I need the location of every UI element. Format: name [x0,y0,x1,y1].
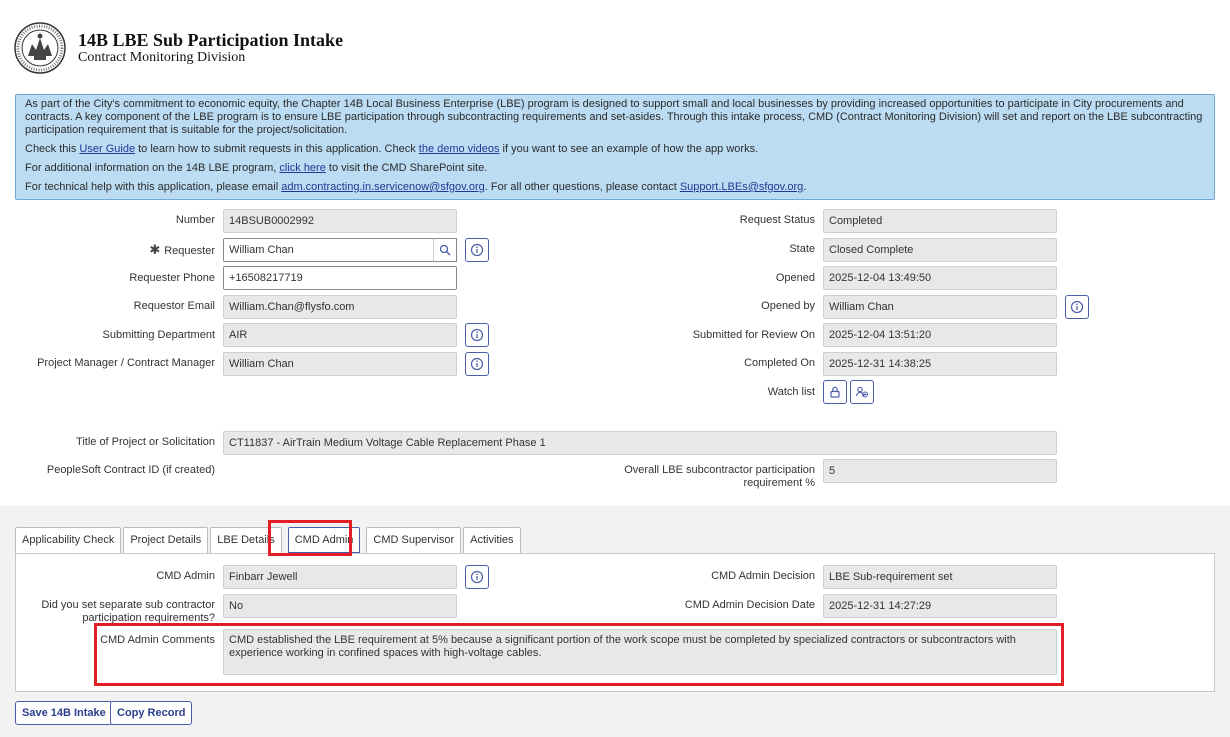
sharepoint-link[interactable]: click here [279,162,325,174]
project-title-label: Title of Project or Solicitation [76,436,215,448]
support-email-link[interactable]: Support.LBEs@sfgov.org [680,181,803,193]
cmd-admin-decision-date-field: 2025-12-31 14:27:29 [823,594,1057,618]
state-field: Closed Complete [823,238,1057,262]
info-guide-line: Check this User Guide to learn how to su… [25,143,1205,156]
opened-label: Opened [775,272,815,284]
tab-lbe-details[interactable]: LBE Details [210,527,282,553]
info-intro: As part of the City's commitment to econ… [25,98,1203,136]
request-status-label: Request Status [739,214,815,226]
requester-phone-label: Requester Phone [129,272,215,284]
lock-icon [830,386,840,398]
department-info-button[interactable] [465,323,489,347]
overall-lbe-field: 5 [823,459,1057,483]
number-label: Number [175,214,215,226]
info-help-line: For technical help with this application… [25,181,1205,194]
copy-record-button[interactable]: Copy Record [110,701,193,725]
requester-phone-input[interactable]: +16508217719 [223,266,457,290]
page-header: 14B LBE Sub Participation Intake Contrac… [14,22,343,74]
request-status-field: Completed [823,209,1057,233]
project-manager-label: Project Manager / Contract Manager [37,357,215,369]
tab-bar: Applicability Check Project Details LBE … [15,527,523,553]
info-text: . [803,181,807,193]
overall-lbe-label: Overall LBE subcontractor participation r… [580,464,815,490]
watch-list-lock-button[interactable] [823,380,847,404]
requestor-email-field: William.Chan@flysfo.com [223,295,457,319]
opened-by-info-button[interactable] [1065,295,1089,319]
cmd-admin-decision-date-label: CMD Admin Decision Date [684,599,815,611]
cmd-admin-label: CMD Admin [156,570,215,582]
project-title-field: CT11837 - AirTrain Medium Voltage Cable … [223,431,1057,455]
info-text: Check this [25,143,80,155]
watch-list-label: Watch list [767,386,815,398]
info-text: For technical help with this application… [25,181,282,193]
requester-search-button[interactable] [433,238,457,262]
submitted-label: Submitted for Review On [692,329,815,341]
demo-videos-link[interactable]: the demo videos [419,143,500,155]
info-text: . For all other questions, please contac… [484,181,680,193]
opened-by-field: William Chan [823,295,1057,319]
project-manager-field: William Chan [223,352,457,376]
info-text: to visit the CMD SharePoint site. [325,162,488,174]
tab-activities[interactable]: Activities [463,527,521,553]
page-title: 14B LBE Sub Participation Intake [78,30,344,50]
tab-applicability-check[interactable]: Applicability Check [15,527,122,553]
city-seal-icon [14,22,66,74]
separate-requirements-label: Did you set separate sub contractor parti… [20,599,215,625]
state-label: State [789,243,815,255]
info-icon [470,243,484,257]
opened-by-label: Opened by [761,300,815,312]
watch-list-add-user-button[interactable] [850,380,874,404]
cmd-admin-comments-label: CMD Admin Comments [100,634,215,646]
peoplesoft-id-label: PeopleSoft Contract ID (if created) [46,464,215,476]
separate-requirements-label-line: participation requirements? [82,612,215,624]
search-icon [439,244,451,256]
requester-input[interactable]: William Chan [223,238,434,262]
cmd-admin-field: Finbarr Jewell [223,565,457,589]
cmd-admin-decision-label: CMD Admin Decision [711,570,815,582]
overall-lbe-label-line: Overall LBE subcontractor participation [624,464,815,476]
cmd-admin-info-button[interactable] [465,565,489,589]
info-text: For additional information on the 14B LB… [25,162,280,174]
info-sharepoint-line: For additional information on the 14B LB… [25,162,1205,175]
info-icon [470,357,484,371]
cmd-admin-comments-field: CMD established the LBE requirement at 5… [223,629,1057,675]
submitting-department-label: Submitting Department [102,329,216,341]
completed-label: Completed On [744,357,815,369]
submitted-field: 2025-12-04 13:51:20 [823,323,1057,347]
info-banner: As part of the City's commitment to econ… [15,94,1215,200]
requester-label: ✱ Requester [20,243,215,258]
requester-info-button[interactable] [465,238,489,262]
overall-lbe-label-line: requirement % [743,477,815,489]
tab-cmd-admin[interactable]: CMD Admin [287,527,361,553]
info-text: if you want to see an example of how the… [499,143,759,155]
add-user-icon [855,386,868,398]
page-subtitle: Contract Monitoring Division [78,50,246,65]
separate-requirements-field: No [223,594,457,618]
help-email-link[interactable]: adm.contracting.in.servicenow@sfgov.org [281,181,485,193]
requestor-email-label: Requestor Email [133,300,215,312]
info-icon [1070,300,1084,314]
completed-field: 2025-12-31 14:38:25 [823,352,1057,376]
tab-cmd-supervisor[interactable]: CMD Supervisor [366,527,462,553]
submitting-department-field: AIR [223,323,457,347]
info-text: to learn how to submit requests in this … [135,143,419,155]
info-icon [470,328,484,342]
opened-field: 2025-12-04 13:49:50 [823,266,1057,290]
save-intake-button[interactable]: Save 14B Intake [15,701,113,725]
required-icon: ✱ [149,242,161,257]
separate-requirements-label-line: Did you set separate sub contractor [41,599,215,611]
requester-label-text: Requester [164,245,215,257]
user-guide-link[interactable]: User Guide [79,143,135,155]
number-field: 14BSUB0002992 [223,209,457,233]
tab-project-details[interactable]: Project Details [123,527,209,553]
project-manager-info-button[interactable] [465,352,489,376]
info-icon [470,570,484,584]
cmd-admin-decision-field: LBE Sub-requirement set [823,565,1057,589]
